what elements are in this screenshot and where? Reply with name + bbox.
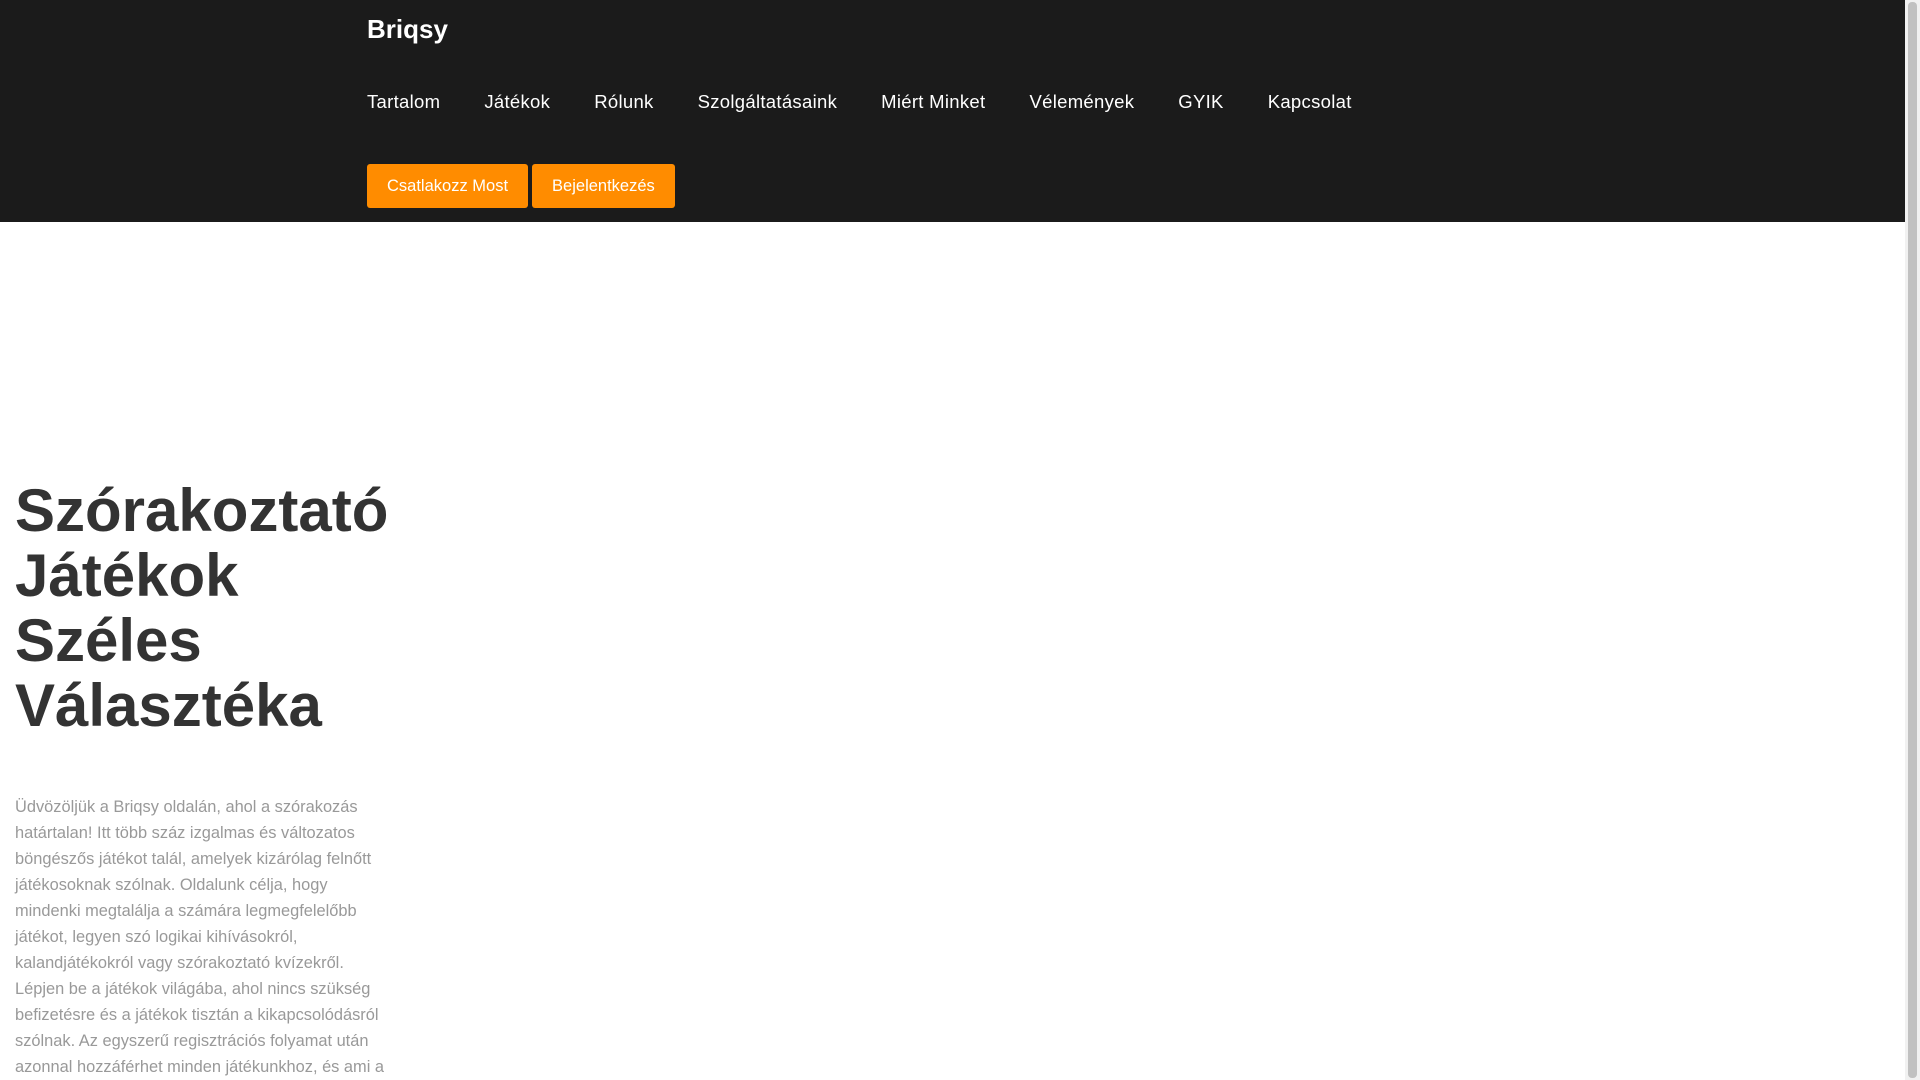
- main-nav: Tartalom Játékok Rólunk Szolgáltatásaink…: [367, 91, 1396, 113]
- nav-rolunk[interactable]: Rólunk: [594, 91, 653, 113]
- nav-velemenyek[interactable]: Vélemények: [1029, 91, 1134, 113]
- nav-jatekok[interactable]: Játékok: [484, 91, 550, 113]
- hero-title: Szórakoztató Játékok Széles Választéka: [15, 477, 389, 739]
- nav-szolgaltatasaink[interactable]: Szolgáltatásaink: [698, 91, 838, 113]
- nav-tartalom[interactable]: Tartalom: [367, 91, 440, 113]
- site-header: Briqsy Tartalom Játékok Rólunk Szolgálta…: [0, 0, 1905, 222]
- hero-text: Üdvözöljük a Briqsy oldalán, ahol a szór…: [15, 798, 385, 1076]
- nav-kapcsolat[interactable]: Kapcsolat: [1268, 91, 1352, 113]
- page-scrollbar[interactable]: [1905, 0, 1920, 1080]
- scrollbar-thumb[interactable]: [1908, 2, 1917, 1078]
- nav-miert-minket[interactable]: Miért Minket: [881, 91, 985, 113]
- brand-logo[interactable]: Briqsy: [367, 14, 448, 45]
- hero-section: Szórakoztató Játékok Széles Választéka Ü…: [15, 478, 400, 1080]
- header-actions: Csatlakozz Most Bejelentkezés: [367, 164, 675, 208]
- login-button[interactable]: Bejelentkezés: [532, 164, 675, 208]
- join-button[interactable]: Csatlakozz Most: [367, 164, 529, 208]
- nav-gyik[interactable]: GYIK: [1178, 91, 1223, 113]
